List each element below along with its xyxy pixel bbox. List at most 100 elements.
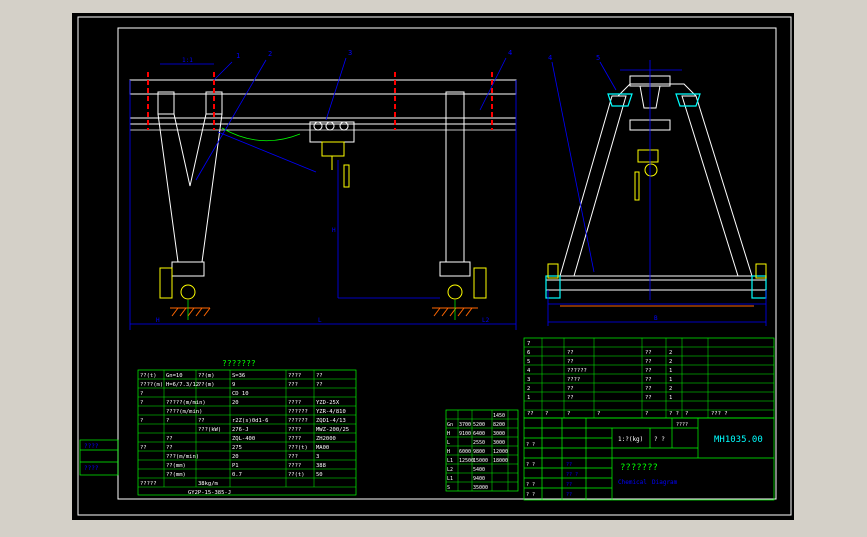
- tech-table-cell: P1: [232, 463, 239, 469]
- front-dim-top: 1:1: [182, 57, 193, 64]
- tech-table-cell: MWZ-200/25: [316, 427, 349, 433]
- front-callout-1: 1: [236, 52, 240, 60]
- tech-table-cell: ??: [316, 382, 323, 388]
- title-company-1: Chemical: [618, 479, 647, 486]
- tech-table-cell: ????: [288, 427, 301, 433]
- side-callout-4: 4: [548, 54, 552, 62]
- front-callout-3: 3: [348, 49, 352, 57]
- parts-list-cell: 1: [669, 395, 672, 401]
- parts-list-cell: ??: [645, 386, 652, 392]
- dimension-table-cell: 5200: [473, 422, 485, 428]
- tech-table-cell: ?????(m/min): [166, 400, 206, 406]
- dimension-table-cell: 9400: [473, 476, 485, 482]
- dimension-table-cell: 3000: [493, 440, 505, 446]
- dimension-table-cell: 1450: [493, 413, 505, 419]
- dimension-table-cell: 35000: [473, 485, 488, 491]
- tech-table-cell: ???: [288, 382, 298, 388]
- tech-table-cell: ????: [288, 436, 301, 442]
- tech-table-cell: ????: [288, 373, 301, 379]
- title-drawing-no: MH1035.00: [714, 435, 763, 445]
- title-company-2: Diagram: [652, 479, 678, 486]
- tech-table-title: ???????: [222, 359, 256, 368]
- tech-table-cell: Gn=10: [166, 373, 183, 379]
- parts-list-header: ??: [527, 411, 534, 417]
- parts-list-header: ?: [685, 411, 688, 417]
- tech-table-cell: 20: [232, 454, 239, 460]
- tech-table-cell: ??(mm): [166, 463, 186, 469]
- side-dim-bottom: B: [654, 315, 658, 322]
- parts-list-cell: 1: [669, 368, 672, 374]
- front-dim-height: H: [332, 227, 336, 234]
- parts-list-header: ?: [597, 411, 600, 417]
- drawing-sheet: [72, 13, 794, 520]
- title-small-3: ??: [566, 482, 572, 488]
- tech-table-cell: ??: [166, 445, 173, 451]
- tech-table-cell: ??(m): [198, 373, 215, 379]
- parts-list-cell: ??: [645, 368, 652, 374]
- title-small-1: ??: [566, 462, 572, 468]
- tech-table-cell: 50: [316, 472, 323, 478]
- tech-table-cell: 20: [232, 400, 239, 406]
- dimension-table-cell: 6000: [459, 449, 471, 455]
- tech-table-cell: 38kg/m: [198, 481, 219, 487]
- parts-list-cell: 7: [527, 341, 530, 347]
- tech-table-cell: 0.7: [232, 472, 242, 478]
- parts-list-header: ??? ?: [711, 411, 728, 417]
- parts-list-cell: ??: [645, 377, 652, 383]
- tech-table-cell: ?: [140, 400, 143, 406]
- dimension-table-cell: H: [447, 431, 450, 437]
- tech-table-cell: ZH2000: [316, 436, 336, 442]
- dimension-table-cell: H: [447, 449, 450, 455]
- parts-list-cell: 1: [669, 377, 672, 383]
- front-callout-4: 4: [508, 49, 512, 57]
- title-row-1: ? ?: [526, 442, 535, 448]
- tech-table-cell: ??????: [288, 409, 308, 415]
- front-callout-2: 2: [268, 50, 272, 58]
- dimension-table-cell: L1: [447, 476, 453, 482]
- tech-table-cell: ???(t): [288, 445, 308, 451]
- side-callout-5: 5: [596, 54, 600, 62]
- title-small-2: ?? ?: [566, 472, 578, 478]
- parts-list-cell: ??????: [567, 368, 587, 374]
- tech-table-cell: 276-J: [232, 427, 249, 433]
- tech-table-cell: ??(t): [288, 472, 305, 478]
- tech-table-cell: MA00: [316, 445, 329, 451]
- front-dim-left: H: [156, 317, 160, 324]
- tech-table-cell: ??????: [288, 418, 308, 424]
- tech-table-cell: ????(m/min): [166, 409, 202, 415]
- tech-table-cell: ??: [140, 445, 147, 451]
- front-dim-mid: L: [318, 317, 322, 324]
- dimension-table-cell: 9800: [473, 449, 485, 455]
- tech-table-footer: GY2P-15-385-J: [188, 490, 231, 496]
- tech-table-cell: 9: [232, 382, 235, 388]
- parts-list-cell: 1: [527, 395, 530, 401]
- margin-label-b: ????: [84, 465, 99, 472]
- title-row-3: ? ?: [526, 482, 535, 488]
- dimension-table-cell: 9100: [459, 431, 471, 437]
- parts-list-header: ?: [645, 411, 648, 417]
- gantry-crane-drawing: ???? ???? 1 2 3 4 1:1 H L L2 H 4 5 B ???…: [72, 13, 794, 520]
- parts-list-cell: 2: [669, 350, 672, 356]
- tech-table-cell: ????: [288, 463, 301, 469]
- tech-table-cell: ???(m/min): [166, 454, 199, 460]
- front-dim-right: L2: [482, 317, 490, 324]
- parts-list-cell: ??: [645, 395, 652, 401]
- dimension-table-cell: 3700: [459, 422, 471, 428]
- dimension-table-cell: S: [447, 485, 450, 491]
- title-name: ???????: [620, 463, 658, 473]
- dimension-table-cell: Gn: [447, 422, 453, 428]
- parts-list-cell: ??: [567, 386, 574, 392]
- tech-table-cell: YZR-4/810: [316, 409, 346, 415]
- tech-table-cell: YZD-25X: [316, 400, 340, 406]
- margin-label-a: ????: [84, 443, 99, 450]
- parts-list-cell: ??: [567, 350, 574, 356]
- parts-list-header: ?: [545, 411, 548, 417]
- parts-list-cell: 3: [527, 377, 530, 383]
- parts-list-cell: 2: [527, 386, 530, 392]
- dimension-table-cell: 15000: [473, 458, 488, 464]
- tech-table-cell: ZQD1-4/13: [316, 418, 346, 424]
- tech-table-cell: ??: [166, 436, 173, 442]
- parts-list-cell: ??: [567, 359, 574, 365]
- tech-table-cell: ????(m): [140, 382, 163, 388]
- cad-viewer-canvas[interactable]: ???? ???? 1 2 3 4 1:1 H L L2 H 4 5 B ???…: [0, 0, 867, 533]
